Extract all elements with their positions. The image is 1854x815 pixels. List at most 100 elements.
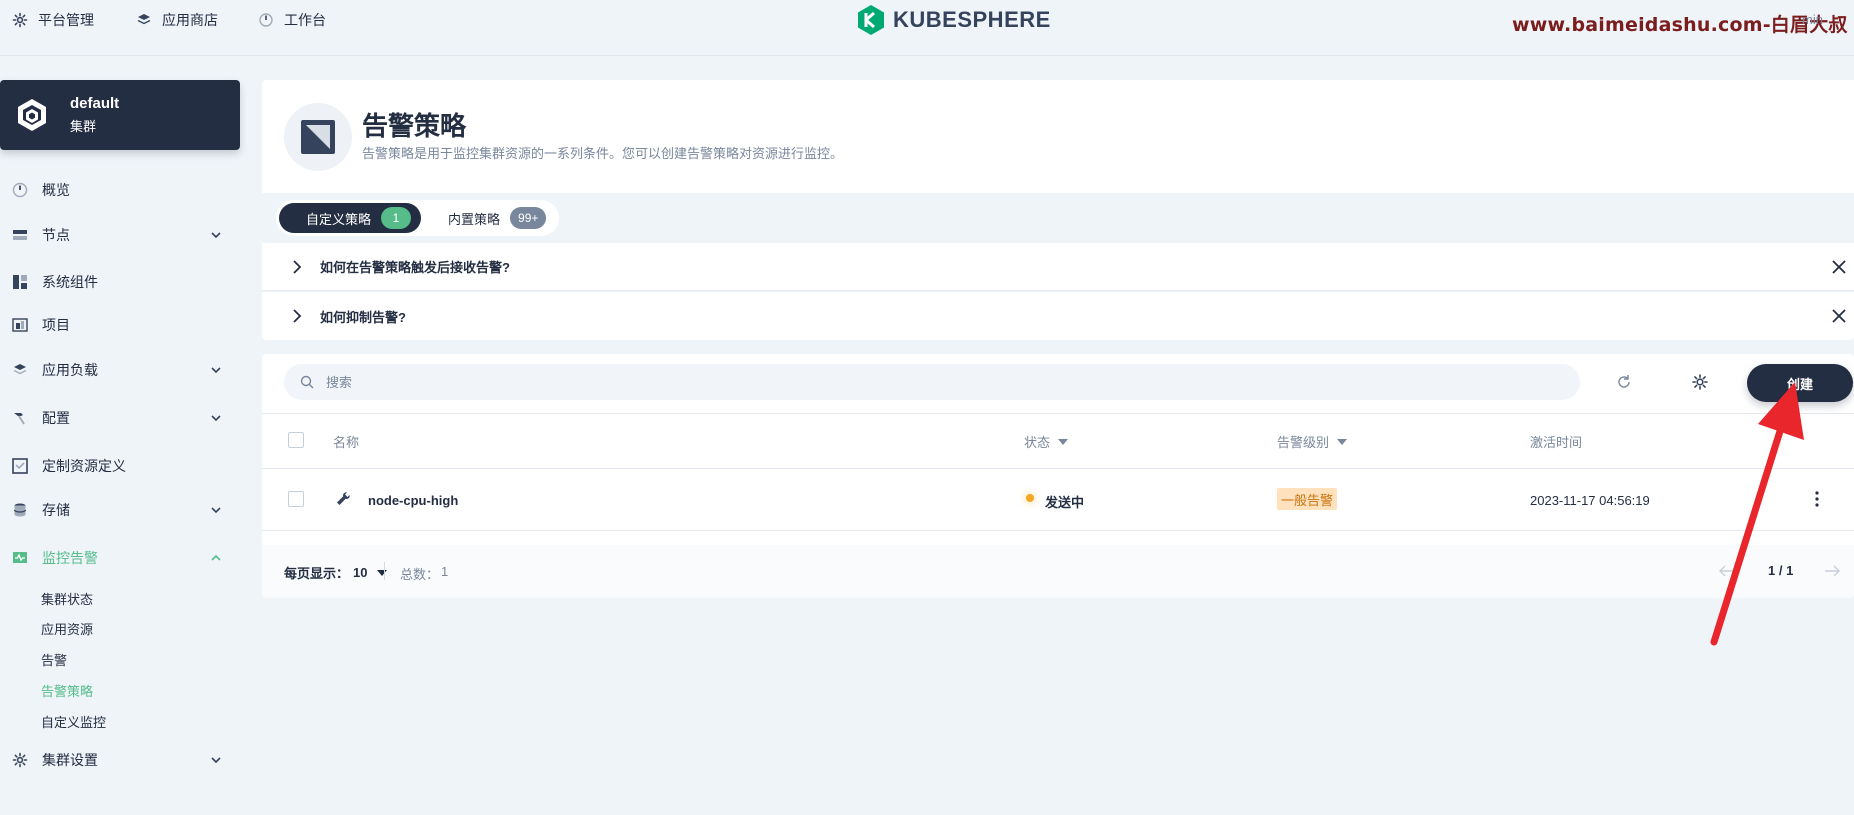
hammer-icon [14,413,25,425]
sidebar-item-system-components[interactable]: 系统组件 [12,270,232,294]
gear-icon [12,752,28,768]
sidebar-item-label: 项目 [42,317,70,333]
close-icon[interactable] [1832,309,1846,323]
logo-text: KUBESPHERE [893,7,1051,32]
policy-tabs: 自定义策略 1 内置策略 99+ [276,200,560,236]
topnav-label: 应用商店 [162,12,218,28]
sidebar-item-overview[interactable]: 概览 [12,178,232,202]
faq-item-receive-alerts[interactable]: 如何在告警策略触发后接收告警? [262,243,1854,291]
chevron-down-icon [211,507,221,514]
submenu-custom-monitoring[interactable]: 自定义监控 [41,712,106,731]
divider [262,530,1854,531]
topnav-label: 工作台 [284,12,326,28]
sidebar-item-app-workloads[interactable]: 应用负载 [12,358,232,382]
pagination-bar: 每页显示： 10 总数： 1 1 / 1 [262,545,1854,598]
gear-icon [12,12,28,28]
divider [262,468,1854,469]
sidebar-item-cluster-settings[interactable]: 集群设置 [12,748,232,772]
sidebar-item-label: 系统组件 [42,274,98,290]
arrow-right-icon[interactable] [1824,565,1840,577]
layers-icon [137,14,151,25]
cluster-name: default [70,95,120,112]
faq-item-suppress-alerts[interactable]: 如何抑制告警? [262,292,1854,340]
tab-custom-policies[interactable]: 自定义策略 1 [279,203,422,233]
submenu-app-resources[interactable]: 应用资源 [41,619,93,638]
submenu-cluster-status[interactable]: 集群状态 [41,589,93,608]
chevron-down-icon [211,367,221,374]
tab-builtin-policies[interactable]: 内置策略 99+ [421,203,556,233]
components-icon [13,275,27,289]
row-checkbox[interactable] [288,491,304,507]
cluster-type: 集群 [70,119,97,134]
table-toolbar: 创建 [262,354,1854,414]
topnav-label: 平台管理 [38,12,94,28]
column-label: 状态 [1024,435,1051,450]
server-icon [13,230,27,240]
tab-count-badge: 1 [381,207,412,229]
sidebar-item-label: 定制资源定义 [42,458,126,474]
status-text: 发送中 [1045,495,1085,510]
policy-table-card: 创建 名称 状态 告警级别 激活时间 node-cpu-high 发送中 一般告… [262,354,1854,598]
sidebar-item-monitoring-alerting[interactable]: 监控告警 [12,546,232,570]
crd-icon [12,458,28,474]
page-title: 告警策略 [362,111,467,141]
column-label: 名称 [333,435,360,450]
faq-question: 如何在告警策略触发后接收告警? [320,260,510,275]
tab-label: 内置策略 [448,211,501,227]
page-header: 告警策略 告警策略是用于监控集群资源的一系列条件。您可以创建告警策略对资源进行监… [262,80,1854,193]
topnav-app-store[interactable]: 应用商店 [136,10,218,30]
caret-down-icon [1337,438,1348,445]
policy-name-link[interactable]: node-cpu-high [368,493,458,508]
submenu-alerts[interactable]: 告警 [41,650,67,669]
activation-time: 2023-11-17 04:56:19 [1530,493,1650,508]
layers-icon [13,364,27,375]
monitor-icon [13,552,27,563]
sidebar-item-crd[interactable]: 定制资源定义 [12,454,232,478]
alert-level-badge: 一般告警 [1277,488,1338,510]
sidebar-item-label: 概览 [42,182,70,198]
sidebar-item-label: 配置 [42,410,70,426]
page-description: 告警策略是用于监控集群资源的一系列条件。您可以创建告警策略对资源进行监控。 [362,146,844,161]
sidebar-item-label: 应用负载 [42,362,98,378]
total-label: 总数： [400,567,440,582]
kubesphere-logo-icon [858,5,884,35]
sidebar-item-label: 集群设置 [42,752,98,768]
column-label: 激活时间 [1530,435,1583,450]
chevron-down-icon [211,232,221,239]
sidebar-item-projects[interactable]: 项目 [12,313,232,337]
column-header-name: 名称 [333,432,359,451]
database-icon [13,503,27,517]
user-menu[interactable]: min [1802,12,1823,27]
select-all-checkbox[interactable] [288,432,304,448]
sidebar-item-configuration[interactable]: 配置 [12,406,232,430]
close-icon[interactable] [1832,260,1846,274]
submenu-alert-policies[interactable]: 告警策略 [41,681,93,700]
column-header-time: 激活时间 [1530,432,1582,451]
caret-down-icon [377,569,388,576]
annotation-arrow [1710,382,1804,646]
status-dot [1026,494,1034,502]
cluster-selector[interactable]: default 集群 [0,80,240,150]
refresh-icon[interactable] [1614,372,1634,392]
column-header-level[interactable]: 告警级别 [1277,432,1348,451]
page-size-label: 每页显示： [284,566,350,581]
caret-down-icon [1058,438,1069,445]
kubesphere-logo[interactable]: KUBESPHERE [857,4,1051,36]
cluster-icon [18,99,46,131]
total-value: 1 [441,564,449,579]
topnav-platform-management[interactable]: 平台管理 [12,10,94,30]
tab-label: 自定义策略 [306,211,372,227]
search-bar[interactable] [284,364,1580,400]
sidebar-item-nodes[interactable]: 节点 [12,223,232,247]
sidebar-item-label: 节点 [42,227,70,243]
sidebar-item-storage[interactable]: 存储 [12,498,232,522]
topnav-workbench[interactable]: 工作台 [258,10,326,30]
project-icon [12,318,28,332]
dashboard-icon [259,13,273,27]
chevron-down-icon [211,757,221,764]
watermark: www.baimeidashu.com-白眉大叔 [1512,14,1848,36]
chevron-up-icon [211,554,221,561]
column-header-status[interactable]: 状态 [1024,432,1069,451]
search-input[interactable] [326,374,1526,390]
page-size-selector[interactable]: 每页显示： 10 [284,563,388,582]
